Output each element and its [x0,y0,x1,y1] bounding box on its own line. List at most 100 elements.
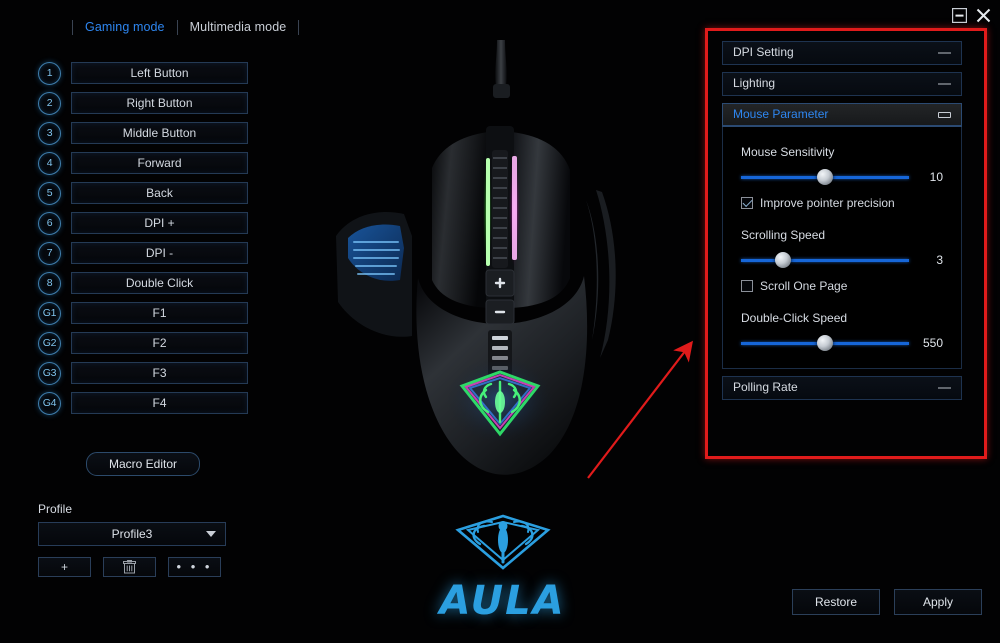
button-assignment-field[interactable]: F1 [71,302,248,324]
button-assignment-field[interactable]: F3 [71,362,248,384]
table-row: G3 F3 [38,361,248,385]
profile-actions: + • • • [38,557,226,577]
mouse-sensitivity-row: 10 [741,169,943,185]
tab-gaming-mode[interactable]: Gaming mode [73,19,177,35]
button-assignment-field[interactable]: Right Button [71,92,248,114]
add-profile-button[interactable]: + [38,557,91,577]
scroll-one-page-checkbox[interactable] [741,280,753,292]
mouse-sensitivity-slider[interactable] [741,169,909,185]
restore-icon[interactable] [938,111,951,118]
delete-profile-button[interactable] [103,557,156,577]
table-row: G2 F2 [38,331,248,355]
table-row: G4 F4 [38,391,248,415]
button-assignment-field[interactable]: Back [71,182,248,204]
window-controls [951,7,992,24]
table-row: 5 Back [38,181,248,205]
double-click-speed-row: 550 [741,335,943,351]
section-title: Polling Rate [723,377,961,399]
button-index-badge: 2 [38,91,61,115]
scrolling-speed-row: 3 [741,252,943,268]
table-row: G1 F1 [38,301,248,325]
button-assignment-list: 1 Left Button 2 Right Button 3 Middle Bu… [38,61,248,422]
scrolling-speed-label: Scrolling Speed [741,228,826,242]
button-assignment-field[interactable]: Forward [71,152,248,174]
tab-divider [298,19,300,35]
section-dpi-setting[interactable]: DPI Setting [722,41,962,65]
table-row: 3 Middle Button [38,121,248,145]
improve-pointer-precision-checkbox[interactable] [741,197,753,209]
close-icon[interactable] [975,7,992,24]
macro-editor-button[interactable]: Macro Editor [85,452,201,476]
mouse-sensitivity-group: Mouse Sensitivity 10 Improve pointer pre… [741,145,943,210]
button-assignment-field[interactable]: Left Button [71,62,248,84]
section-polling-rate[interactable]: Polling Rate [722,376,962,400]
section-label: Polling Rate [733,380,798,394]
button-index-badge: 3 [38,121,61,145]
button-assignment-field[interactable]: Middle Button [71,122,248,144]
mouse-sensitivity-value: 10 [929,170,943,184]
brand-name: AULA [439,578,566,624]
section-title: DPI Setting [723,42,961,64]
button-index-badge: 8 [38,271,61,295]
section-title: Mouse Parameter [723,104,961,126]
double-click-speed-slider[interactable] [741,335,909,351]
section-title: Lighting [723,73,961,95]
trash-icon [123,560,136,574]
footer-buttons: Restore Apply [792,589,982,615]
scroll-one-page-row[interactable]: Scroll One Page [741,279,943,293]
minus-icon[interactable] [938,83,951,85]
section-lighting[interactable]: Lighting [722,72,962,96]
button-assignment-field[interactable]: F4 [71,392,248,414]
button-index-badge: 6 [38,211,61,235]
table-row: 4 Forward [38,151,248,175]
table-row: 6 DPI + [38,211,248,235]
table-row: 2 Right Button [38,91,248,115]
profile-label: Profile [38,502,73,516]
aula-spider-logo [454,514,551,570]
slider-handle[interactable] [775,252,791,268]
improve-pointer-precision-label: Improve pointer precision [760,196,895,210]
more-profile-options-button[interactable]: • • • [168,557,221,577]
scrolling-speed-slider[interactable] [741,252,909,268]
mode-tabs: Gaming mode Multimedia mode [72,19,300,35]
settings-panel: DPI Setting Lighting Mouse Parameter Mou… [722,41,962,407]
tab-multimedia-mode[interactable]: Multimedia mode [178,19,299,35]
macro-editor-wrap: Macro Editor [38,452,248,476]
aula-mouse-config-window: Gaming mode Multimedia mode 1 Left Butto… [0,0,1000,643]
minimize-icon[interactable] [951,7,968,24]
restore-button[interactable]: Restore [792,589,880,615]
button-index-badge: G2 [38,331,61,355]
mouse-parameter-body: Mouse Sensitivity 10 Improve pointer pre… [722,127,962,369]
slider-handle[interactable] [817,335,833,351]
scrolling-speed-value: 3 [936,253,943,267]
minus-icon[interactable] [938,52,951,54]
scrolling-speed-group: Scrolling Speed 3 Scroll One Page [741,228,943,293]
double-click-speed-value: 550 [922,336,943,350]
button-assignment-field[interactable]: F2 [71,332,248,354]
button-assignment-field[interactable]: DPI + [71,212,248,234]
double-click-speed-group: Double-Click Speed 550 [741,311,943,351]
table-row: 1 Left Button [38,61,248,85]
button-index-badge: 1 [38,61,61,85]
button-index-badge: 4 [38,151,61,175]
apply-button[interactable]: Apply [894,589,982,615]
chevron-down-icon [206,531,216,537]
button-assignment-field[interactable]: DPI - [71,242,248,264]
profile-section: Profile Profile3 + • • • [38,502,226,577]
mouse-sensitivity-label: Mouse Sensitivity [741,145,835,159]
button-index-badge: G3 [38,361,61,385]
scroll-one-page-label: Scroll One Page [760,279,848,293]
minus-icon[interactable] [938,387,951,389]
profile-select[interactable]: Profile3 [38,522,226,546]
improve-pointer-precision-row[interactable]: Improve pointer precision [741,196,943,210]
button-index-badge: G1 [38,301,61,325]
profile-selected-value: Profile3 [111,527,153,541]
section-mouse-parameter[interactable]: Mouse Parameter [722,103,962,127]
section-label: DPI Setting [733,45,794,59]
button-assignment-field[interactable]: Double Click [71,272,248,294]
brand-logo: AULA [400,512,605,623]
slider-handle[interactable] [817,169,833,185]
mouse-product-image [300,40,700,510]
button-index-badge: 7 [38,241,61,265]
section-label: Mouse Parameter [733,107,829,121]
